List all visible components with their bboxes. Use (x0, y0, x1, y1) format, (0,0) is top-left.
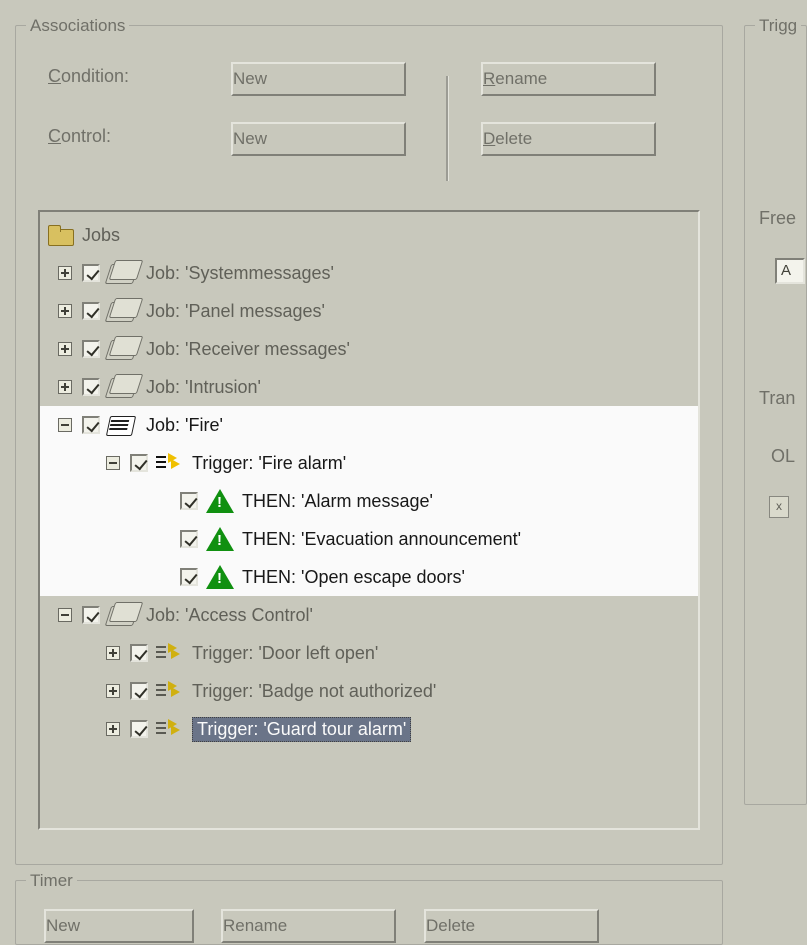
job-icon (108, 374, 138, 400)
tree-then[interactable]: THEN: 'Evacuation announcement' (40, 520, 698, 558)
checkbox[interactable] (130, 454, 148, 472)
tree-label: THEN: 'Evacuation announcement' (242, 529, 521, 550)
timer-delete-button[interactable]: Delete (424, 909, 599, 943)
associations-legend: Associations (26, 16, 129, 36)
checkbox[interactable] (82, 416, 100, 434)
trans-label: Tran (759, 388, 795, 409)
free-label: Free (759, 208, 796, 229)
expand-icon[interactable] (106, 722, 120, 736)
expand-icon[interactable] (58, 304, 72, 318)
timer-group: Timer New Rename Delete (15, 880, 723, 945)
trigger-icon (156, 643, 184, 663)
rename-button[interactable]: Rename (481, 62, 656, 96)
expand-icon[interactable] (58, 266, 72, 280)
condition-new-button[interactable]: New (231, 62, 406, 96)
checkbox[interactable] (130, 682, 148, 700)
checkbox[interactable] (180, 530, 198, 548)
tree-label: Job: 'Systemmessages' (146, 263, 334, 284)
tree-then[interactable]: THEN: 'Open escape doors' (40, 558, 698, 596)
job-icon (108, 336, 138, 362)
checkbox[interactable] (180, 568, 198, 586)
tree-label-selected: Trigger: 'Guard tour alarm' (192, 717, 411, 742)
checkbox[interactable] (130, 644, 148, 662)
tree-trigger[interactable]: Trigger: 'Door left open' (40, 634, 698, 672)
tree-label: Trigger: 'Badge not authorized' (192, 681, 436, 702)
job-icon (108, 260, 138, 286)
control-label: Control: (48, 126, 223, 147)
collapse-icon[interactable] (58, 418, 72, 432)
trigger-icon (156, 453, 184, 473)
checkbox[interactable] (82, 378, 100, 396)
collapse-icon[interactable] (106, 456, 120, 470)
tree-job[interactable]: Job: 'Panel messages' (40, 292, 698, 330)
tree-job[interactable]: Job: 'Systemmessages' (40, 254, 698, 292)
side-field-a[interactable]: A (775, 258, 805, 284)
tree-root[interactable]: Jobs (40, 216, 698, 254)
tree-label: Job: 'Intrusion' (146, 377, 261, 398)
job-icon (108, 412, 138, 438)
delete-button[interactable]: Delete (481, 122, 656, 156)
tree-label: Job: 'Fire' (146, 415, 223, 436)
expand-icon[interactable] (106, 646, 120, 660)
checkbox[interactable] (82, 606, 100, 624)
tree-label: THEN: 'Open escape doors' (242, 567, 465, 588)
tree-label: Trigger: 'Fire alarm' (192, 453, 346, 474)
job-icon (108, 298, 138, 324)
then-icon (206, 565, 234, 589)
expand-icon[interactable] (106, 684, 120, 698)
then-icon (206, 489, 234, 513)
trigger-icon (156, 719, 184, 739)
tree-job-fire[interactable]: Job: 'Fire' (40, 406, 698, 444)
condition-label: Condition: (48, 66, 223, 87)
checkbox[interactable] (82, 340, 100, 358)
checkbox[interactable] (82, 264, 100, 282)
tree-job[interactable]: Job: 'Intrusion' (40, 368, 698, 406)
then-icon (206, 527, 234, 551)
button-divider (446, 76, 449, 181)
job-icon (108, 602, 138, 628)
expand-icon[interactable] (58, 342, 72, 356)
tree-label: Job: 'Receiver messages' (146, 339, 350, 360)
tree-label: Job: 'Access Control' (146, 605, 313, 626)
trigg-group: Trigg Free A Tran OL x (744, 25, 807, 805)
checkbox[interactable] (180, 492, 198, 510)
trigg-legend: Trigg (755, 16, 801, 36)
timer-legend: Timer (26, 871, 77, 891)
expand-icon[interactable] (58, 380, 72, 394)
tree-trigger-selected[interactable]: Trigger: 'Guard tour alarm' (40, 710, 698, 748)
tree-label: Job: 'Panel messages' (146, 301, 325, 322)
timer-new-button[interactable]: New (44, 909, 194, 943)
ol-label: OL (771, 446, 795, 467)
folder-icon (48, 225, 74, 245)
associations-group: Associations Condition: Control: New New… (15, 25, 723, 865)
timer-rename-button[interactable]: Rename (221, 909, 396, 943)
jobs-tree[interactable]: Jobs Job: 'Systemmessages' Job: 'Panel m… (38, 210, 700, 830)
collapse-icon[interactable] (58, 608, 72, 622)
tree-root-label: Jobs (82, 225, 120, 246)
tree-label: Trigger: 'Door left open' (192, 643, 378, 664)
tree-trigger-fire[interactable]: Trigger: 'Fire alarm' (40, 444, 698, 482)
checkbox[interactable] (130, 720, 148, 738)
tree-then[interactable]: THEN: 'Alarm message' (40, 482, 698, 520)
tree-job[interactable]: Job: 'Receiver messages' (40, 330, 698, 368)
tree-label: THEN: 'Alarm message' (242, 491, 433, 512)
checkbox[interactable] (82, 302, 100, 320)
control-new-button[interactable]: New (231, 122, 406, 156)
tree-job-access[interactable]: Job: 'Access Control' (40, 596, 698, 634)
trigger-icon (156, 681, 184, 701)
side-x-button[interactable]: x (769, 496, 789, 518)
tree-trigger[interactable]: Trigger: 'Badge not authorized' (40, 672, 698, 710)
